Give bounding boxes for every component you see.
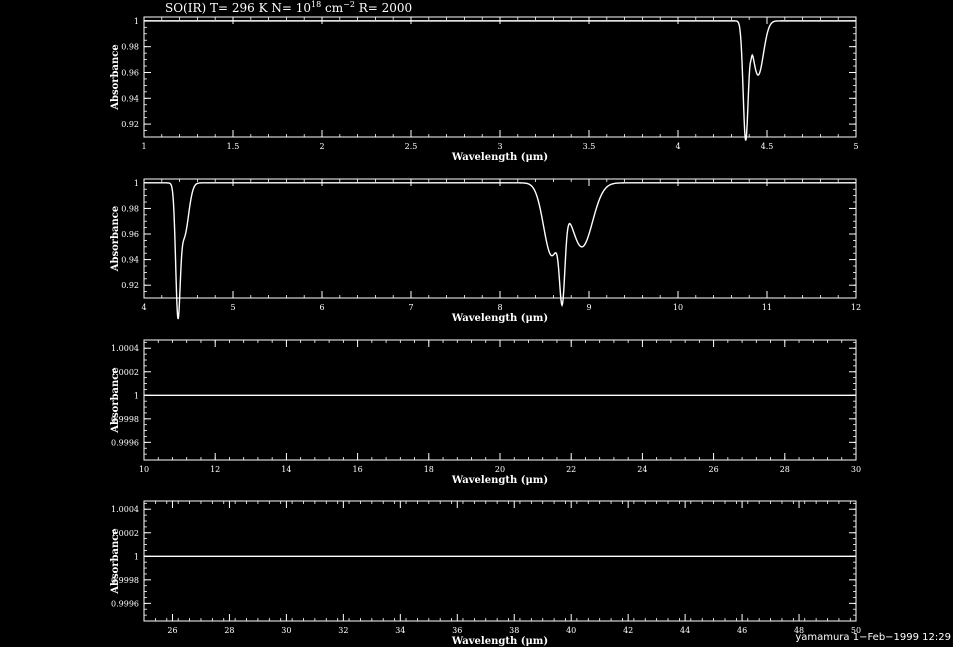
panel-3: 10 12 14 16 18 20 22 24 26 28 300.99960.999811.000…: [110, 339, 861, 486]
panel-2: 4 5 6 7 8 9 10 11 12 0.92 0.94 0.96 0.98 1 Wavelength …: [110, 178, 861, 324]
title-unit: cm: [321, 1, 344, 15]
x-tick-label: 14: [281, 465, 291, 474]
y-tick-label: 0.94: [121, 256, 139, 265]
y-tick-label: 0.96: [121, 68, 139, 77]
x-tick-label: 6: [319, 303, 324, 312]
y-tick-label: 1.0004: [111, 505, 139, 514]
y-tick-label: 0.92: [121, 120, 139, 129]
x-tick-label: 38: [509, 626, 519, 635]
y-axis-label: Absorbance: [110, 528, 121, 595]
y-axis-label: Absorbance: [110, 44, 121, 111]
y-tick-label: 0.94: [121, 94, 139, 103]
x-tick-label: 22: [566, 465, 576, 474]
x-tick-label: 12: [210, 465, 220, 474]
x-tick-label: 5: [230, 303, 235, 312]
absorbance-line: [144, 20, 856, 141]
y-tick-label: 0.98: [121, 204, 139, 213]
x-tick-label: 2.5: [405, 142, 418, 151]
x-tick-label: 34: [395, 626, 405, 635]
x-tick-label: 4: [675, 142, 680, 151]
y-tick-label: 1: [134, 552, 139, 561]
x-axis-label: Wavelength (μm): [451, 152, 548, 163]
title-exponent-2: −2: [343, 0, 355, 9]
x-tick-label: 30: [281, 626, 291, 635]
x-tick-label: 11: [762, 303, 772, 312]
plot-frame: [143, 500, 857, 622]
x-tick-label: 1.5: [227, 142, 240, 151]
x-tick-label: 36: [452, 626, 462, 635]
x-tick-label: 28: [224, 626, 234, 635]
y-tick-label: 1: [134, 391, 139, 400]
panels-group: 1 1.5 2 2.5 3 3.5 4 4.5 5 0.92 0.94 0.96 0.98 1 Wavele…: [110, 16, 861, 647]
x-tick-label: 16: [353, 465, 363, 474]
x-tick-label: 10: [139, 465, 149, 474]
x-tick-label: 26: [709, 465, 719, 474]
x-axis-label: Wavelength (μm): [451, 636, 548, 647]
x-tick-label: 30: [851, 465, 861, 474]
y-tick-label: 1: [134, 179, 139, 188]
y-tick-label: 0.9996: [111, 599, 139, 608]
x-tick-label: 24: [637, 465, 647, 474]
x-tick-label: 5: [853, 142, 858, 151]
x-tick-label: 7: [408, 303, 413, 312]
x-axis-label: Wavelength (μm): [451, 475, 548, 486]
x-tick-label: 3.5: [583, 142, 596, 151]
x-tick-label: 10: [673, 303, 683, 312]
x-tick-label: 18: [424, 465, 434, 474]
y-tick-label: 1: [134, 17, 139, 26]
x-tick-label: 20: [495, 465, 505, 474]
y-tick-label: 0.96: [121, 230, 139, 239]
x-tick-label: 1: [141, 142, 146, 151]
x-tick-label: 12: [851, 303, 861, 312]
x-tick-label: 26: [167, 626, 177, 635]
x-tick-label: 44: [680, 626, 690, 635]
panel-4: 26 28 30 32 34 36 38 40 42 44 46 48 500.99960.999811…: [110, 500, 861, 647]
y-tick-label: 0.9996: [111, 438, 139, 447]
plot-frame: [143, 339, 857, 461]
y-axis-label: Absorbance: [110, 206, 121, 273]
y-tick-label: 1.0004: [111, 344, 139, 353]
x-tick-label: 8: [497, 303, 502, 312]
x-tick-label: 28: [780, 465, 790, 474]
y-axis-label: Absorbance: [110, 367, 121, 434]
x-axis-label: Wavelength (μm): [451, 313, 548, 324]
author-timestamp: yamamura 1−Feb−1999 12:29: [795, 632, 951, 643]
x-tick-label: 46: [737, 626, 747, 635]
x-tick-label: 9: [586, 303, 591, 312]
plot-frame: [143, 178, 857, 299]
title-exponent-1: 18: [311, 0, 321, 9]
absorbance-line: [144, 182, 856, 320]
title-prefix: SO(IR) T= 296 K N= 10: [165, 1, 311, 15]
title-suffix: R= 2000: [355, 1, 412, 15]
spectrum-figure: SO(IR) T= 296 K N= 1018 cm−2 R= 2000 1 1.…: [110, 0, 951, 647]
figure-title: SO(IR) T= 296 K N= 1018 cm−2 R= 2000: [165, 0, 412, 15]
x-tick-label: 2: [319, 142, 324, 151]
y-tick-label: 0.98: [121, 43, 139, 52]
y-tick-label: 0.92: [121, 281, 139, 290]
x-tick-label: 4: [141, 303, 146, 312]
panel-1: 1 1.5 2 2.5 3 3.5 4 4.5 5 0.92 0.94 0.96 0.98 1 Wavele…: [110, 16, 859, 163]
x-tick-label: 42: [623, 626, 633, 635]
x-tick-label: 3: [497, 142, 502, 151]
x-tick-label: 40: [566, 626, 576, 635]
x-tick-label: 32: [338, 626, 348, 635]
x-tick-label: 4.5: [761, 142, 774, 151]
